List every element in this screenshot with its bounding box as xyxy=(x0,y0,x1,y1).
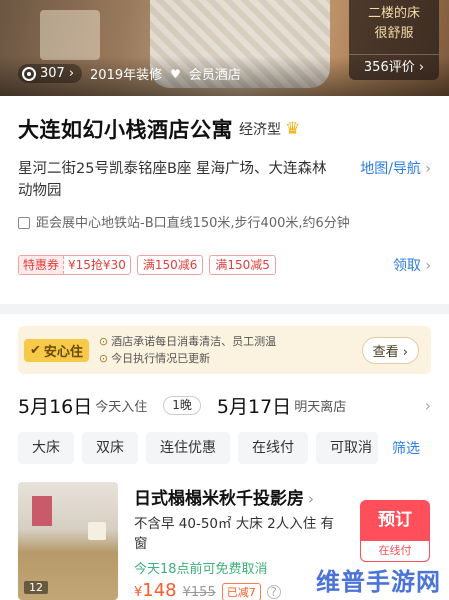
price-row: ¥148 ¥155 已减7 ? xyxy=(134,580,281,600)
room-price: ¥148 xyxy=(134,580,177,600)
title-row: 大连如幻小栈酒店公寓 经济型 ♛ xyxy=(18,114,431,144)
section-divider xyxy=(0,304,449,314)
safety-line-2: ⊙ 今日执行情况已更新 xyxy=(99,350,276,367)
hero-meta: 307 › 2019年装修 ♥ 会员酒店 xyxy=(18,64,241,83)
camera-icon xyxy=(22,66,36,81)
checkin-date: 5月16日 xyxy=(18,395,93,418)
room-name[interactable]: 日式榻榻米秋千投影房 › xyxy=(134,484,314,509)
checkout-label: 明天离店 xyxy=(294,399,347,415)
metro-distance: 距会展中心地铁站-B口直线150米,步行400米,约6分钟 xyxy=(36,216,350,231)
renovation-year: 2019年装修 xyxy=(90,68,163,83)
safety-line-2-text: 今日执行情况已更新 xyxy=(111,352,211,365)
date-selector[interactable]: 5月16日 今天入住 1晚 5月17日 明天离店 › xyxy=(18,390,431,420)
chevron-right-icon: › xyxy=(68,66,75,81)
hotel-name: 大连如幻小栈酒店公寓 xyxy=(18,118,233,142)
hero-photo-detail xyxy=(40,10,100,60)
map-navigation-link[interactable]: 地图/导航 › xyxy=(360,158,431,202)
check-icon: ⊙ xyxy=(98,335,109,348)
hotel-type: 经济型 xyxy=(239,122,281,138)
coupon-value: ¥15抢¥30 xyxy=(68,258,126,272)
coupon-row: 特惠券 ¥15抢¥30 满150减6 满150减5 领取 › xyxy=(18,255,431,275)
safety-line-1-text: 酒店承诺每日消毒清洁、员工测温 xyxy=(111,335,277,348)
site-watermark: 维普手游网 xyxy=(316,568,441,596)
coupon-special[interactable]: 特惠券 ¥15抢¥30 xyxy=(18,255,131,275)
receive-label: 领取 xyxy=(392,258,421,274)
filter-button[interactable]: 筛选 xyxy=(388,438,420,458)
chevron-right-icon: › xyxy=(425,161,431,177)
free-cancel-note: 今天18点前可免费取消 xyxy=(134,562,268,577)
review-card[interactable]: 二楼的床 很舒服 356评价 › xyxy=(349,0,439,80)
photo-count: 307 xyxy=(40,66,65,81)
room-photo-poster xyxy=(32,496,52,526)
safety-lines: ⊙ 酒店承诺每日消毒清洁、员工测温 ⊙ 今日执行情况已更新 xyxy=(99,333,276,367)
review-quote-line2: 很舒服 xyxy=(374,26,414,41)
filter-chip-twin-bed[interactable]: 双床 xyxy=(82,432,138,464)
checkout-date: 5月17日 xyxy=(216,395,292,418)
hotel-address: 星河二街25号凯泰铭座B座 星海广场、大连森林动物园 xyxy=(18,161,327,199)
room-photo-lamp xyxy=(88,522,106,540)
review-count[interactable]: 356评价 › xyxy=(349,54,439,80)
map-link-label: 地图/导航 xyxy=(360,161,421,177)
chevron-right-icon: › xyxy=(418,60,425,75)
crown-icon: ♛ xyxy=(285,119,301,139)
book-button[interactable]: 预订 在线付 xyxy=(360,500,430,562)
room-photo-count: 12 xyxy=(24,581,48,594)
safety-badge-label: 安心住 xyxy=(43,344,83,360)
room-filters: 大床 双床 连住优惠 在线付 可取消 筛选 xyxy=(18,432,449,464)
checkin-label: 今天入住 xyxy=(95,399,148,415)
check-icon: ⊙ xyxy=(98,352,109,365)
filter-chip-cancellable[interactable]: 可取消 xyxy=(316,432,378,464)
room-description: 不含早 40-50㎡ 大床 2人入住 有窗 xyxy=(134,516,334,552)
chevron-right-icon: › xyxy=(402,344,408,360)
metro-icon xyxy=(18,217,30,229)
hotel-detail-page: 307 › 2019年装修 ♥ 会员酒店 二楼的床 很舒服 356评价 › 大连… xyxy=(0,0,449,600)
member-label: 会员酒店 xyxy=(188,68,241,83)
coupon-offer-2[interactable]: 满150减5 xyxy=(209,255,276,275)
view-button-label: 查看 xyxy=(372,344,399,360)
receive-coupon-link[interactable]: 领取 › xyxy=(393,255,431,275)
review-quote-line1: 二楼的床 xyxy=(367,6,420,21)
nights-badge: 1晚 xyxy=(163,395,201,415)
coupon-tag: 特惠券 xyxy=(19,256,65,274)
safety-line-1: ⊙ 酒店承诺每日消毒清洁、员工测温 xyxy=(99,333,276,350)
price-info-icon[interactable]: ? xyxy=(266,585,281,599)
coupon-offer-1[interactable]: 满150减6 xyxy=(136,255,204,275)
photo-count-pill[interactable]: 307 › xyxy=(18,64,83,83)
member-heart-icon: ♥ xyxy=(170,66,181,81)
filter-chip-big-bed[interactable]: 大床 xyxy=(18,432,74,464)
shield-check-icon: ✔ xyxy=(30,342,41,358)
price-value: 148 xyxy=(142,580,177,600)
safety-banner[interactable]: ✔ 安心住 ⊙ 酒店承诺每日消毒清洁、员工测温 ⊙ 今日执行情况已更新 查看 › xyxy=(18,326,431,374)
hotel-info: 大连如幻小栈酒店公寓 经济型 ♛ 星河二街25号凯泰铭座B座 星海广场、大连森林… xyxy=(0,96,449,275)
chevron-right-icon: › xyxy=(308,490,314,508)
review-count-label: 356评价 xyxy=(363,60,415,75)
book-button-label: 预订 xyxy=(378,510,412,530)
filter-chip-pay-online[interactable]: 在线付 xyxy=(238,432,308,464)
address-row: 星河二街25号凯泰铭座B座 星海广场、大连森林动物园 地图/导航 › xyxy=(18,158,431,202)
original-price: ¥155 xyxy=(182,585,216,600)
chevron-right-icon: › xyxy=(424,395,431,415)
chevron-right-icon: › xyxy=(425,258,431,274)
book-button-payment: 在线付 xyxy=(360,540,430,562)
safety-view-button[interactable]: 查看 › xyxy=(361,336,419,364)
hero-photo[interactable]: 307 › 2019年装修 ♥ 会员酒店 二楼的床 很舒服 356评价 › xyxy=(0,0,449,96)
filter-chip-stay-discount[interactable]: 连住优惠 xyxy=(146,432,230,464)
safety-badge: ✔ 安心住 xyxy=(24,338,89,362)
metro-row: 距会展中心地铁站-B口直线150米,步行400米,约6分钟 xyxy=(18,214,431,233)
discount-badge: 已减7 xyxy=(221,583,261,600)
room-name-text: 日式榻榻米秋千投影房 xyxy=(134,489,304,509)
room-photo[interactable]: 12 xyxy=(18,482,118,600)
